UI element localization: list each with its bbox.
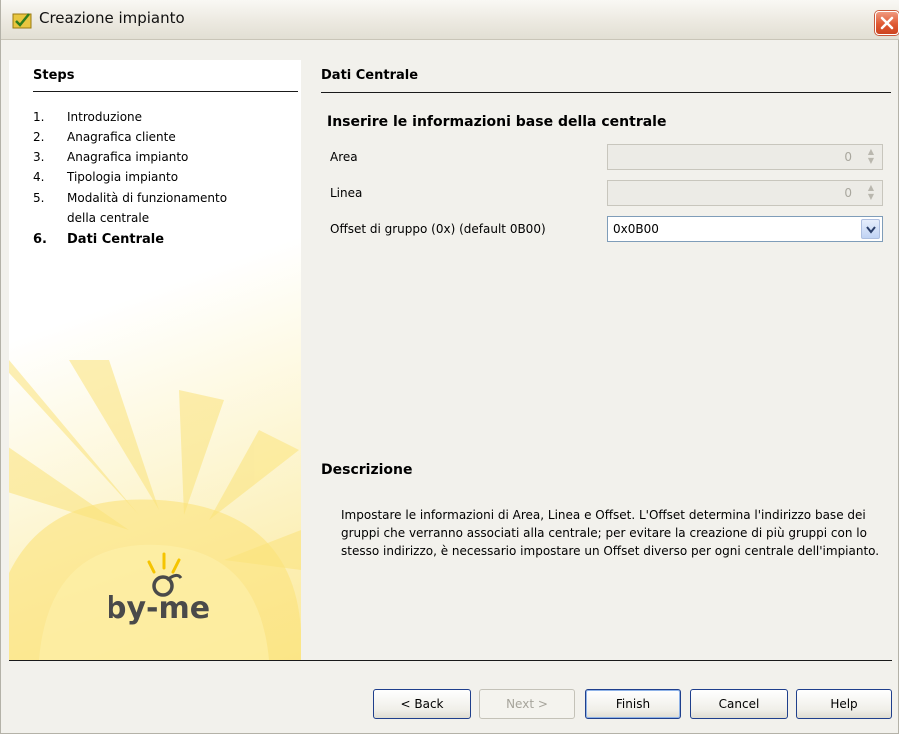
step-label-continuation: della centrale [67,211,150,225]
step-label: Modalità di funzionamento [67,191,228,205]
step-number: 4. [33,170,45,184]
offset-combobox[interactable]: 0x0B00 [607,216,883,242]
steps-panel: Steps 1. Introduzione 2. Anagrafica client… [9,60,301,660]
area-spinner: 0 ▲ ▼ [607,144,883,170]
step-item-4: 4. Tipologia impianto [33,170,178,185]
title-bar[interactable]: Creazione impianto [1,0,899,40]
spinner-down-icon: ▼ [867,192,875,201]
steps-title: Steps [33,68,75,83]
next-button[interactable]: Next > [479,689,575,719]
by-me-logo: by-me [109,552,210,626]
step-item-6-active: 6. Dati Centrale [33,232,164,247]
description-title: Descrizione [321,462,413,478]
step-number: 5. [33,191,45,205]
area-label: Area [330,150,358,164]
step-item-3: 3. Anagrafica impianto [33,150,188,165]
spinner-down-icon: ▼ [867,156,875,165]
steps-divider [33,91,298,92]
linea-spinner: 0 ▲ ▼ [607,180,883,206]
spinner-up-icon: ▲ [867,147,875,156]
close-button[interactable] [875,11,899,35]
finish-button[interactable]: Finish [585,689,681,719]
wizard-window: Creazione impianto Steps 1. Introduzione [0,0,899,734]
step-item-5: 5. Modalità di funzionamento [33,191,227,206]
help-button[interactable]: Help [796,689,892,719]
step-number: 6. [33,232,47,247]
linea-label: Linea [330,186,363,200]
step-number: 3. [33,150,45,164]
offset-dropdown-button[interactable] [861,219,880,239]
description-text: Impostare le informazioni di Area, Linea… [341,508,880,558]
title-divider [321,92,891,93]
logo-text: by-me [109,591,210,626]
chevron-down-icon [866,226,876,234]
step-label: Tipologia impianto [67,170,179,184]
step-label: Anagrafica cliente [67,130,176,144]
linea-value: 0 [844,186,852,200]
step-label: Dati Centrale [67,232,165,247]
cancel-button[interactable]: Cancel [690,689,788,719]
spinner-arrows: ▲ ▼ [863,183,879,203]
step-number: 2. [33,130,45,144]
back-button[interactable]: < Back [373,689,471,719]
step-item-1: 1. Introduzione [33,110,142,125]
step-number: 1. [33,110,45,124]
section-subheading: Inserire le informazioni base della cent… [327,114,667,130]
spinner-up-icon: ▲ [867,183,875,192]
step-item-2: 2. Anagrafica cliente [33,130,176,145]
area-value: 0 [844,150,852,164]
spinner-arrows: ▲ ▼ [863,147,879,167]
step-label: Anagrafica impianto [67,150,189,164]
window-title: Creazione impianto [39,9,185,27]
step-label: Introduzione [67,110,143,124]
app-icon [12,13,32,29]
offset-value[interactable]: 0x0B00 [613,222,659,236]
button-bar-divider [9,660,892,661]
offset-label: Offset di gruppo (0x) (default 0B00) [330,222,546,236]
page-title: Dati Centrale [321,68,419,83]
close-icon [880,16,894,30]
